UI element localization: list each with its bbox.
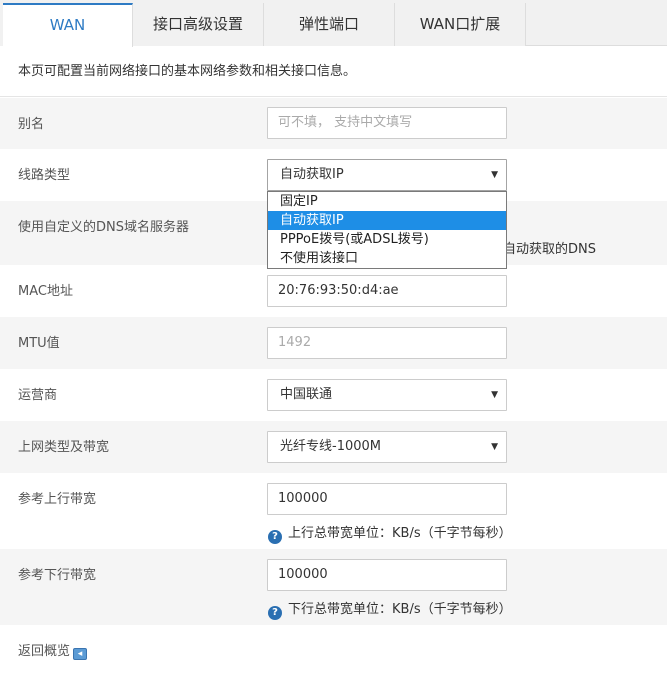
option-static-ip[interactable]: 固定IP [268,192,506,211]
row-alias: 别名 可不填， 支持中文填写 [0,98,667,149]
row-upload: 参考上行带宽 100000 ? 上行总带宽单位：KB/s（千字节每秒） [0,473,667,549]
tab-wan-extension[interactable]: WAN口扩展 [395,3,526,46]
upload-label: 参考上行带宽 [18,492,97,507]
dns-label: 使用自定义的DNS域名服务器 [18,220,189,235]
option-disable[interactable]: 不使用该接口 [268,249,506,268]
chevron-down-icon: ▼ [491,442,498,452]
chevron-down-icon: ▼ [491,390,498,400]
dns-auto-text: 自动获取的DNS [503,242,596,257]
tab-interface-advanced[interactable]: 接口高级设置 [133,3,264,46]
mtu-input[interactable]: 1492 [267,327,507,359]
alias-label: 别名 [18,117,45,132]
isp-select[interactable]: 中国联通 ▼ [267,379,507,411]
mac-label: MAC地址 [18,284,73,299]
row-download: 参考下行带宽 100000 ? 下行总带宽单位：KB/s（千字节每秒） [0,549,667,625]
upload-hint-text: 上行总带宽单位：KB/s（千字节每秒） [288,526,512,541]
line-type-value: 自动获取IP [280,167,344,182]
upload-hint: ? 上行总带宽单位：KB/s（千字节每秒） [268,522,512,544]
net-type-label: 上网类型及带宽 [18,440,110,455]
net-type-select[interactable]: 光纤专线-1000M ▼ [267,431,507,463]
back-arrow-icon: ◂ [73,648,88,660]
back-label: 返回概览 [18,644,71,659]
chevron-down-icon: ▼ [491,170,498,180]
tab-wan[interactable]: WAN [3,3,133,47]
upload-input[interactable]: 100000 [267,483,507,515]
download-hint: ? 下行总带宽单位：KB/s（千字节每秒） [268,598,512,620]
help-icon: ? [268,530,282,544]
line-type-dropdown: 固定IP 自动获取IP PPPoE拨号(或ADSL拨号) 不使用该接口 [267,191,507,269]
help-icon: ? [268,606,282,620]
page-description: 本页可配置当前网络接口的基本网络参数和相关接口信息。 [0,47,667,97]
option-dhcp[interactable]: 自动获取IP [268,211,506,230]
option-pppoe[interactable]: PPPoE拨号(或ADSL拨号) [268,230,506,249]
row-net-type: 上网类型及带宽 光纤专线-1000M ▼ [0,421,667,473]
alias-input[interactable]: 可不填， 支持中文填写 [267,107,507,139]
tab-bar: WAN 接口高级设置 弹性端口 WAN口扩展 [0,0,667,47]
row-isp: 运营商 中国联通 ▼ [0,369,667,421]
isp-label: 运营商 [18,388,58,403]
tab-elastic-port[interactable]: 弹性端口 [264,3,395,46]
download-input[interactable]: 100000 [267,559,507,591]
isp-value: 中国联通 [280,387,333,402]
row-mtu: MTU值 1492 [0,317,667,369]
download-label: 参考下行带宽 [18,568,97,583]
mtu-label: MTU值 [18,336,60,351]
download-hint-text: 下行总带宽单位：KB/s（千字节每秒） [288,602,512,617]
line-type-select[interactable]: 自动获取IP ▼ [267,159,507,191]
mac-input[interactable]: 20:76:93:50:d4:ae [267,275,507,307]
back-to-overview-link[interactable]: 返回概览 ◂ [18,640,88,660]
row-mac: MAC地址 20:76:93:50:d4:ae [0,265,667,317]
line-type-label: 线路类型 [18,168,71,183]
net-type-value: 光纤专线-1000M [280,439,381,454]
